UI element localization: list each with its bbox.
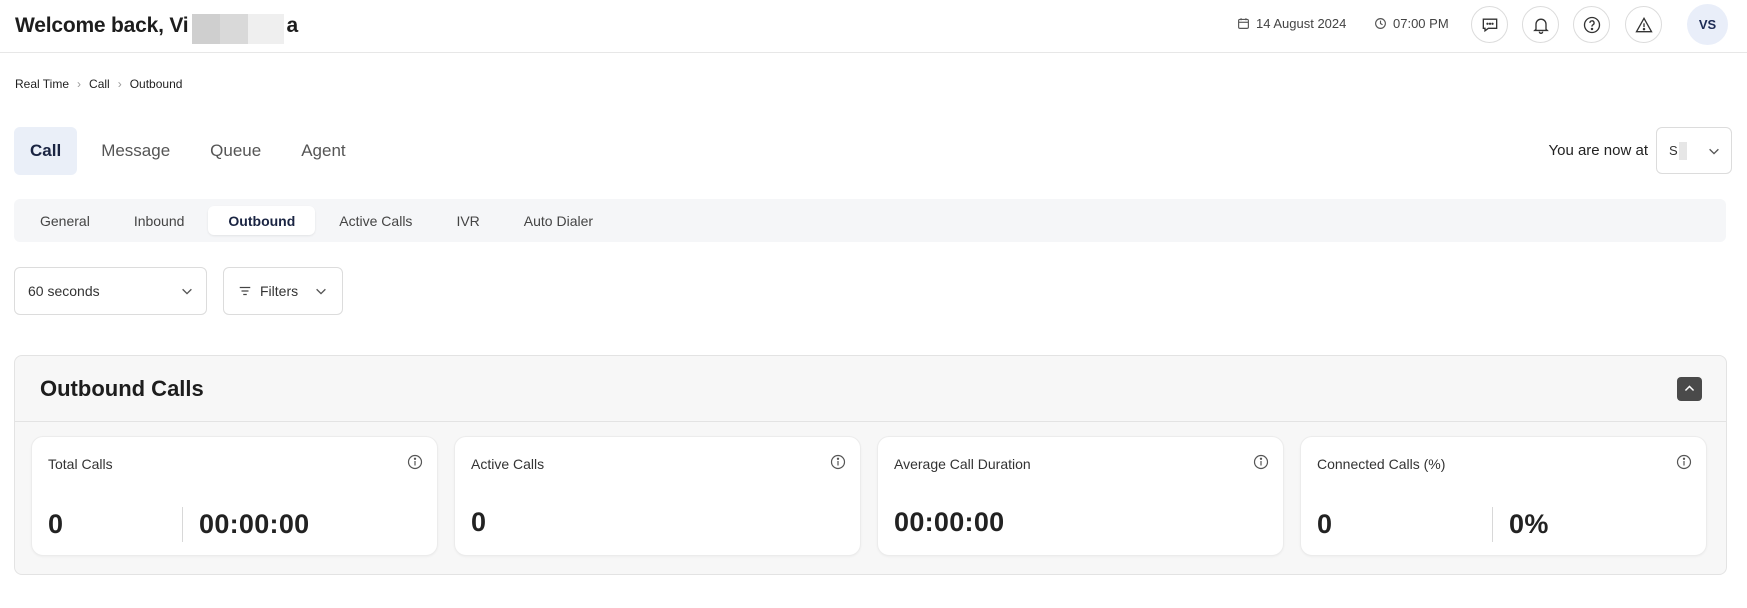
connected-calls-count: 0 xyxy=(1317,509,1333,539)
info-icon[interactable] xyxy=(407,454,423,470)
info-icon[interactable] xyxy=(830,454,846,470)
outbound-calls-panel: Outbound Calls Total Calls 0 00:00:00 Ac… xyxy=(14,355,1727,575)
filter-icon xyxy=(239,286,251,296)
tab-call[interactable]: Call xyxy=(14,127,78,175)
stat-cards: Total Calls 0 00:00:00 Active Calls 0 Av… xyxy=(31,436,1707,556)
redacted-location-block xyxy=(1678,141,1687,160)
date-display: 14 August 2024 xyxy=(1237,16,1346,31)
filters-label: Filters xyxy=(260,283,299,299)
panel-header: Outbound Calls xyxy=(15,356,1726,422)
card-values: 0 00:00:00 xyxy=(48,507,309,542)
info-icon[interactable] xyxy=(1253,454,1269,470)
alerts-button[interactable] xyxy=(1625,6,1662,43)
subtab-active-calls[interactable]: Active Calls xyxy=(319,206,432,235)
divider xyxy=(1492,507,1493,542)
chevron-right-icon: › xyxy=(117,77,122,91)
clock-icon xyxy=(1375,18,1386,29)
breadcrumb-real-time[interactable]: Real Time xyxy=(15,77,69,91)
card-title: Active Calls xyxy=(471,456,545,472)
card-title: Total Calls xyxy=(48,456,113,472)
welcome-prefix: Welcome back, Vi xyxy=(15,14,189,37)
calendar-icon xyxy=(1238,18,1249,29)
help-button[interactable] xyxy=(1573,6,1610,43)
chevron-right-icon: › xyxy=(77,77,82,91)
stat-card-total-calls: Total Calls 0 00:00:00 xyxy=(31,436,438,556)
chevron-down-icon xyxy=(182,288,192,295)
chevron-down-icon xyxy=(1709,148,1719,155)
stat-card-connected-calls: Connected Calls (%) 0 0% xyxy=(1300,436,1707,556)
location-label: You are now at xyxy=(1548,142,1648,159)
warning-icon xyxy=(1634,16,1653,32)
subtab-inbound[interactable]: Inbound xyxy=(114,206,205,235)
refresh-interval-select[interactable]: 60 seconds xyxy=(14,267,207,315)
card-values: 0 xyxy=(471,507,486,538)
refresh-interval-value: 60 seconds xyxy=(28,283,100,299)
tab-agent[interactable]: Agent xyxy=(285,127,361,175)
location-value: S xyxy=(1669,143,1678,158)
filters-button[interactable]: Filters xyxy=(223,267,343,315)
current-date: 14 August 2024 xyxy=(1256,16,1347,31)
card-values: 0 0% xyxy=(1317,507,1549,542)
total-calls-duration: 00:00:00 xyxy=(199,509,310,539)
welcome-message: Welcome back, Vi a xyxy=(15,11,298,44)
average-call-duration-value: 00:00:00 xyxy=(894,507,1005,537)
sub-tabs: General Inbound Outbound Active Calls IV… xyxy=(14,199,1726,242)
chevron-up-icon xyxy=(1684,385,1695,392)
main-tabs: Call Message Queue Agent xyxy=(14,127,370,175)
welcome-suffix: a xyxy=(286,14,298,37)
redacted-name-block xyxy=(192,14,285,44)
divider xyxy=(182,507,183,542)
location-selector: You are now at S xyxy=(1548,127,1732,174)
current-time: 07:00 PM xyxy=(1393,16,1449,31)
time-display: 07:00 PM xyxy=(1374,16,1449,31)
user-avatar[interactable]: VS xyxy=(1687,4,1728,45)
subtab-auto-dialer[interactable]: Auto Dialer xyxy=(504,206,613,235)
breadcrumb: Real Time › Call › Outbound xyxy=(15,77,182,91)
chat-button[interactable] xyxy=(1471,6,1508,43)
bell-icon xyxy=(1532,18,1549,34)
panel-title: Outbound Calls xyxy=(40,375,204,401)
location-dropdown[interactable]: S xyxy=(1656,127,1732,174)
active-calls-count: 0 xyxy=(471,507,487,537)
tab-message[interactable]: Message xyxy=(85,127,186,175)
card-title: Connected Calls (%) xyxy=(1317,456,1446,472)
subtab-general[interactable]: General xyxy=(20,206,110,235)
chat-icon xyxy=(1482,18,1497,32)
subtab-ivr[interactable]: IVR xyxy=(436,206,499,235)
breadcrumb-call[interactable]: Call xyxy=(89,77,110,91)
stat-card-active-calls: Active Calls 0 xyxy=(454,436,861,556)
card-values: 00:00:00 xyxy=(894,507,1004,538)
collapse-button[interactable] xyxy=(1677,376,1702,401)
help-icon xyxy=(1583,16,1600,33)
notifications-button[interactable] xyxy=(1522,6,1559,43)
connected-calls-percent: 0% xyxy=(1509,509,1549,539)
card-title: Average Call Duration xyxy=(894,456,1031,472)
subtab-outbound[interactable]: Outbound xyxy=(208,206,316,235)
info-icon[interactable] xyxy=(1676,454,1692,470)
top-header: Welcome back, Vi a 14 August 2024 07:00 … xyxy=(0,0,1747,53)
stat-card-average-call-duration: Average Call Duration 00:00:00 xyxy=(877,436,1284,556)
total-calls-count: 0 xyxy=(48,509,64,539)
breadcrumb-outbound: Outbound xyxy=(129,77,183,91)
tab-queue[interactable]: Queue xyxy=(194,127,277,175)
chevron-down-icon xyxy=(316,288,326,295)
